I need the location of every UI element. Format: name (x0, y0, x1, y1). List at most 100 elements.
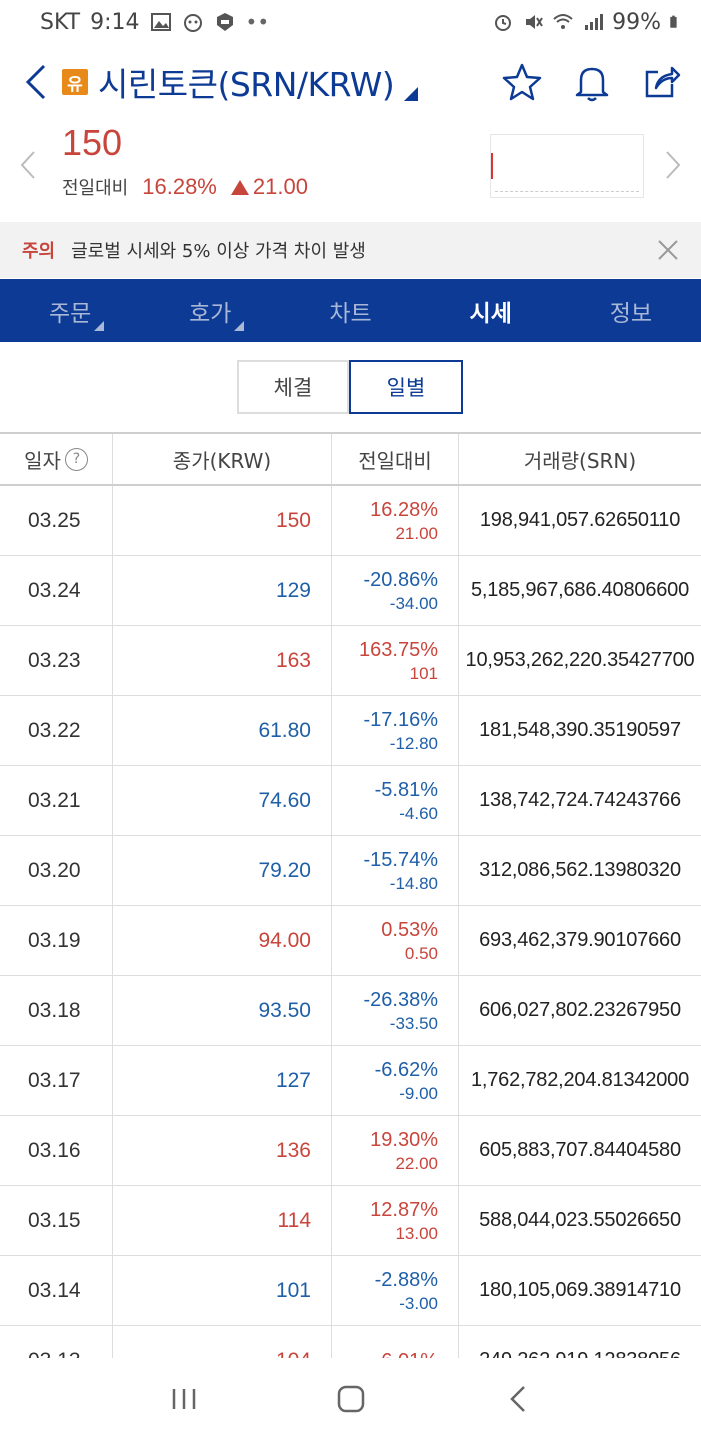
row-close-price: 163 (113, 626, 332, 695)
help-icon[interactable]: ? (64, 447, 88, 471)
row-change: 0.53% 0.50 (332, 906, 459, 975)
tab-market[interactable]: 시세 (421, 279, 561, 342)
row-close-price: 129 (113, 556, 332, 625)
table-row[interactable]: 03.22 61.80 -17.16% -12.80 181,548,390.35190… (0, 696, 701, 766)
table-row[interactable]: 03.16 136 19.30% 22.00 605,883,707.84404580 (0, 1116, 701, 1186)
dropdown-corner-icon (234, 321, 245, 331)
row-change-amount: 13.00 (395, 1223, 438, 1243)
table-row[interactable]: 03.23 163 163.75% 101 10,953,262,220.3542770… (0, 626, 701, 696)
daily-price-table[interactable]: 일자 ? 종가(KRW) 전일대비 거래량(SRN) 03.25 150 16.28… (0, 432, 701, 1358)
chevron-right-icon (666, 151, 681, 179)
row-volume: 5,185,967,686.40806600 (470, 579, 690, 601)
toggle-daily[interactable]: 일별 (349, 360, 463, 414)
row-volume: 249,262,919.12838056 (459, 1326, 701, 1358)
row-date: 03.24 (0, 556, 113, 625)
clock: 9:14 (90, 9, 140, 35)
table-header: 일자 ? 종가(KRW) 전일대비 거래량(SRN) (0, 432, 701, 486)
header-date-label: 일자 (24, 448, 61, 473)
row-close-price: 61.80 (113, 696, 332, 765)
row-change-percent: -6.62% (374, 1058, 438, 1081)
status-bar: SKT 9:14 •• 99% (0, 0, 701, 44)
tab-label: 호가 (189, 300, 232, 327)
warning-text: 글로벌 시세와 5% 이상 가격 차이 발생 (71, 241, 366, 262)
row-change-percent: 19.30% (370, 1128, 438, 1151)
row-change-percent: 12.87% (370, 1198, 438, 1221)
row-change-percent: -2.88% (374, 1268, 438, 1291)
row-change: 163.75% 101 (332, 626, 459, 695)
carrier-label: SKT (40, 9, 81, 35)
table-row[interactable]: 03.25 150 16.28% 21.00 198,941,057.62650110 (0, 486, 701, 556)
row-change: 19.30% 22.00 (332, 1116, 459, 1185)
row-change-amount: 0.50 (404, 943, 438, 963)
row-volume: 1,762,782,204.81342000 (470, 1069, 690, 1091)
header-change: 전일대비 (332, 434, 459, 484)
table-row[interactable]: 03.21 74.60 -5.81% -4.60 138,742,724.7424376… (0, 766, 701, 836)
table-row[interactable]: 03.19 94.00 0.53% 0.50 693,462,379.90107660 (0, 906, 701, 976)
row-change: 12.87% 13.00 (332, 1186, 459, 1255)
row-volume: 181,548,390.35190597 (479, 719, 681, 741)
tab-orderbook[interactable]: 호가 (140, 279, 280, 342)
tab-label: 주문 (48, 300, 92, 327)
toggle-trades[interactable]: 체결 (237, 360, 349, 414)
table-row[interactable]: 03.14 101 -2.88% -3.00 180,105,069.38914710 (0, 1256, 701, 1326)
battery-percent: 99% (612, 9, 661, 35)
app-icon (183, 14, 202, 32)
row-date: 03.25 (0, 486, 113, 555)
table-row[interactable]: 03.15 114 12.87% 13.00 588,044,023.55026650 (0, 1186, 701, 1256)
row-change-amount: -4.60 (399, 803, 438, 823)
row-change: -17.16% -12.80 (332, 696, 459, 765)
warning-label: 주의 (22, 241, 56, 262)
mini-chart[interactable] (490, 134, 644, 198)
table-row[interactable]: 03.17 127 -6.62% -9.00 1,762,782,204.8134200… (0, 1046, 701, 1116)
home-button[interactable] (321, 1369, 381, 1429)
row-date: 03.16 (0, 1116, 113, 1185)
row-change: -6.62% -9.00 (332, 1046, 459, 1115)
alert-button[interactable] (569, 59, 615, 105)
row-date: 03.14 (0, 1256, 113, 1325)
coin-title[interactable]: 시린토큰(SRN/KRW) (98, 58, 395, 106)
table-row[interactable]: 03.24 129 -20.86% -34.00 5,185,967,686.40806… (0, 556, 701, 626)
share-icon (645, 66, 681, 98)
tab-chart[interactable]: 차트 (280, 279, 420, 342)
row-change: 16.28% 21.00 (332, 486, 459, 555)
bell-icon (575, 67, 609, 102)
tab-order[interactable]: 주문 (0, 279, 140, 342)
row-change: -2.88% -3.00 (332, 1256, 459, 1325)
title-dropdown-icon[interactable] (404, 87, 419, 101)
market-badge: 유 (62, 69, 88, 95)
recent-apps-icon (172, 1389, 195, 1409)
close-icon[interactable] (655, 237, 681, 263)
back-nav-button[interactable] (488, 1369, 548, 1429)
favorite-button[interactable] (499, 59, 545, 105)
table-row[interactable]: 03.20 79.20 -15.74% -14.80 312,086,562.13980… (0, 836, 701, 906)
next-coin-button[interactable] (665, 150, 681, 184)
header-volume: 거래량(SRN) (523, 448, 637, 473)
row-change-amount: -34.00 (389, 593, 438, 613)
row-close-price: 93.50 (113, 976, 332, 1045)
share-button[interactable] (639, 59, 685, 105)
row-change-amount: -3.00 (399, 1293, 438, 1313)
row-close-price: 136 (113, 1116, 332, 1185)
warning-banner: 주의 글로벌 시세와 5% 이상 가격 차이 발생 (0, 222, 701, 278)
row-volume: 605,883,707.84404580 (479, 1139, 681, 1161)
dropdown-corner-icon (94, 321, 104, 331)
mini-chart-candle (491, 153, 493, 179)
row-close-price: 74.60 (113, 766, 332, 835)
star-icon (502, 63, 542, 101)
image-icon (150, 13, 171, 31)
row-change-amount: -33.50 (389, 1013, 438, 1033)
prev-coin-button[interactable] (20, 150, 36, 184)
row-date: 03.22 (0, 696, 113, 765)
row-close-price: 101 (113, 1256, 332, 1325)
table-row[interactable]: 03.13104 6.01% 249,262,919.12838056 (0, 1326, 701, 1358)
recent-apps-button[interactable] (154, 1369, 214, 1429)
back-button[interactable] (16, 57, 56, 107)
table-row[interactable]: 03.18 93.50 -26.38% -33.50 606,027,802.23267… (0, 976, 701, 1046)
alarm-icon (495, 15, 512, 31)
home-icon (337, 1385, 364, 1413)
row-change-amount: -14.80 (389, 873, 438, 893)
row-change-amount: 21.00 (395, 523, 438, 543)
view-toggle: 체결 일별 (237, 360, 463, 414)
tab-info[interactable]: 정보 (561, 279, 701, 342)
price-summary: 150 전일대비 16.28% 21.00 (0, 118, 701, 222)
